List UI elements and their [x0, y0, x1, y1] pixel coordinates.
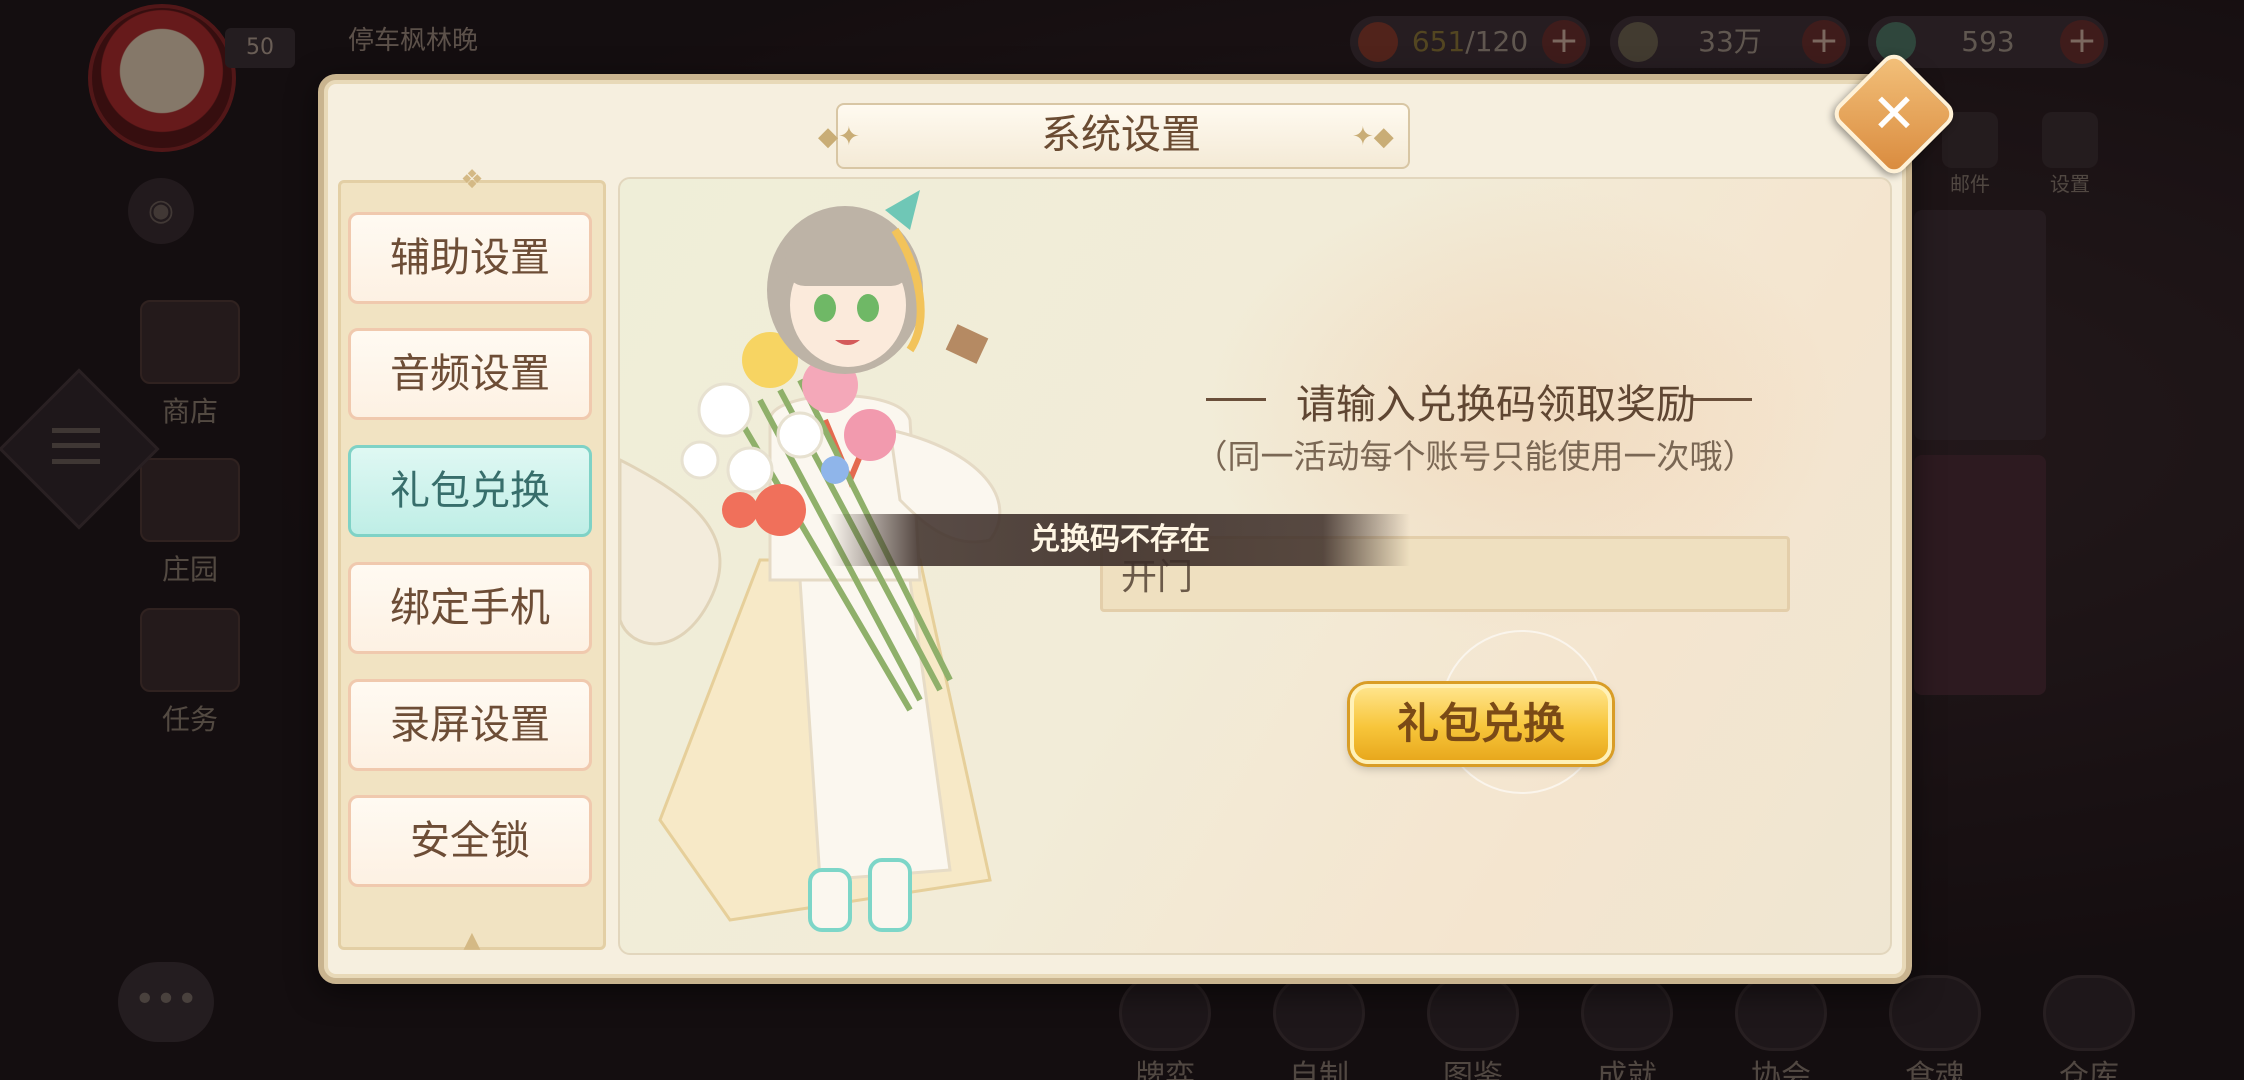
tab-bind-phone[interactable]: 绑定手机: [348, 562, 592, 654]
redeem-prompt: 请输入兑换码领取奖励: [1296, 382, 1696, 428]
dialog-title: 系统设置: [1041, 112, 1201, 158]
sidebar-ornament-top: ❖: [460, 165, 484, 195]
tab-security-lock[interactable]: 安全锁: [348, 795, 592, 887]
error-toast-text: 兑换码不存在: [1030, 522, 1210, 557]
tab-assist-settings[interactable]: 辅助设置: [348, 212, 592, 304]
tab-audio-settings[interactable]: 音频设置: [348, 328, 592, 420]
sidebar-ornament-bottom: ▲: [463, 928, 481, 953]
tab-gift-redeem[interactable]: 礼包兑换: [348, 445, 592, 537]
redeem-button[interactable]: 礼包兑换: [1350, 684, 1612, 764]
close-icon[interactable]: ✕: [1848, 68, 1940, 160]
redeem-note: （同一活动每个账号只能使用一次哦）: [1194, 437, 1756, 476]
tab-recording-settings[interactable]: 录屏设置: [348, 679, 592, 771]
